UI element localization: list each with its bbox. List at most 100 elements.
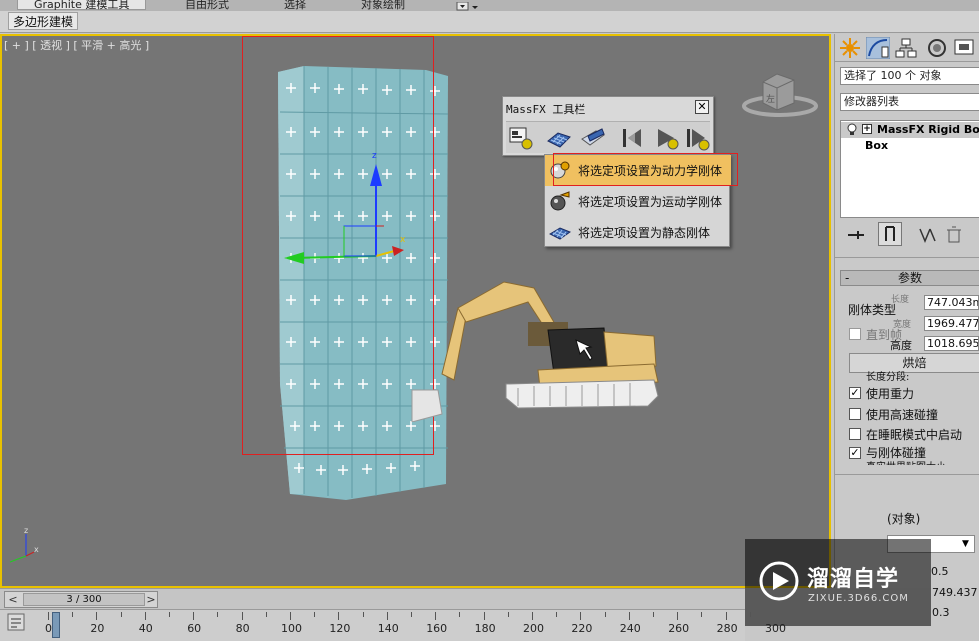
tick-mark <box>290 612 291 620</box>
tick-mark <box>169 612 170 617</box>
collapse-icon[interactable]: - <box>845 271 849 285</box>
tick-label: 40 <box>138 622 153 635</box>
tick-mark <box>653 612 654 617</box>
cloth-icon[interactable] <box>580 125 606 151</box>
length-value-field[interactable]: 747.043m <box>924 295 979 310</box>
start-in-sleep-label: 在睡眠模式中启动 <box>866 428 963 442</box>
modify-tab-icon[interactable] <box>865 36 891 60</box>
menu-item-kinematic[interactable]: 将选定项设置为运动学刚体 <box>545 186 731 217</box>
watermark-logo-icon <box>759 561 799 605</box>
tick-mark <box>265 612 267 617</box>
tick-label: 20 <box>90 622 105 635</box>
stack-item-label: Box <box>865 139 889 152</box>
tick-mark <box>677 612 679 620</box>
tick-mark <box>628 612 630 620</box>
collide-rigid-checkbox[interactable]: ✓ <box>849 447 861 459</box>
rollout-title: 参数 <box>897 271 922 285</box>
tick-mark <box>701 612 703 617</box>
panel-separator <box>835 474 979 475</box>
rigid-body-type-label: 刚体类型 <box>848 303 897 317</box>
command-panel-tabs <box>835 34 979 62</box>
length-segments-label: 长度分段: <box>866 372 910 383</box>
tick-label: 280 <box>716 622 738 635</box>
hierarchy-tab-icon[interactable] <box>894 37 918 59</box>
use-gravity-label: 使用重力 <box>866 387 915 401</box>
tick-label: 140 <box>377 622 399 635</box>
tick-mark <box>362 612 364 617</box>
next-frame-button[interactable]: > <box>144 592 158 607</box>
ribbon-options-icon[interactable] <box>456 0 480 11</box>
ribbon-tab-graphite[interactable]: Graphite 建模工具 <box>17 0 147 11</box>
massfx-button-row <box>506 121 710 153</box>
tick-mark <box>120 612 122 617</box>
tick-mark <box>72 612 74 617</box>
stack-item-box[interactable]: Box <box>841 139 979 155</box>
tick-mark <box>338 612 340 620</box>
close-icon[interactable]: ✕ <box>695 100 709 114</box>
command-panel: 选择了 100 个 对象 修改器列表 + MassFX Rigid Body B… <box>834 34 979 588</box>
tick-label: 180 <box>474 622 496 635</box>
display-tab-icon[interactable] <box>953 37 977 59</box>
viewcube-icon[interactable]: 左 <box>740 72 820 118</box>
menu-item-static[interactable]: 将选定项设置为静态刚体 <box>545 217 731 248</box>
remove-modifier-icon[interactable] <box>943 224 965 246</box>
kinematic-rigid-body-icon <box>549 191 571 211</box>
tick-label: 200 <box>523 622 544 635</box>
rigid-body-icon[interactable] <box>546 125 572 151</box>
svg-text:x: x <box>34 545 39 554</box>
pin-stack-icon[interactable] <box>845 224 867 246</box>
tick-label: 120 <box>329 622 351 635</box>
tick-mark <box>217 612 219 617</box>
show-end-result-icon[interactable] <box>878 222 902 246</box>
parameters-rollout[interactable]: - 参数 <box>840 270 979 286</box>
track-bar[interactable]: 0 20 40 60 80 100 120 140 160 180 200 220 240 260 280 3… <box>0 609 786 641</box>
tick-label: 60 <box>187 622 202 635</box>
massfx-toolbar-title: MassFX 工具栏 <box>506 103 586 116</box>
tick-label: 240 <box>619 622 641 635</box>
tick-mark <box>48 612 49 620</box>
tick-label: 100 <box>281 622 302 635</box>
expand-icon[interactable]: + <box>862 124 872 134</box>
make-unique-icon[interactable] <box>917 224 939 246</box>
lightbulb-icon[interactable] <box>847 123 857 139</box>
excavator-model[interactable] <box>408 272 662 423</box>
tick-mark <box>144 612 146 620</box>
start-in-sleep-checkbox[interactable] <box>849 428 861 440</box>
motion-tab-icon[interactable] <box>925 37 949 59</box>
polygon-modeling-button[interactable]: 多边形建模 <box>8 12 79 30</box>
play-simulation-icon[interactable] <box>654 125 680 151</box>
time-cursor[interactable] <box>52 612 60 638</box>
viewport-label[interactable]: [ + ] [ 透视 ] [ 平滑 + 高光 ] <box>4 37 149 53</box>
modifier-list-dropdown[interactable]: 修改器列表 <box>840 93 979 111</box>
track-ticks: 0 20 40 60 80 100 120 140 160 180 200 220 240 260 280 3… <box>0 610 786 641</box>
width-value-field[interactable]: 1969.477( <box>924 316 979 331</box>
time-slider-bar: < 3 / 300 > <box>0 588 745 609</box>
time-slider[interactable]: < 3 / 300 > <box>4 591 158 608</box>
move-gizmo-icon[interactable]: z x <box>282 146 412 266</box>
stack-item-massfx[interactable]: + MassFX Rigid Body <box>841 122 979 138</box>
value-2: 749.437 <box>932 586 978 599</box>
until-frame-checkbox[interactable] <box>849 328 861 340</box>
length-ghost-label: 长度 <box>891 295 910 305</box>
world-parameters-icon[interactable] <box>508 125 534 151</box>
selection-info-field[interactable]: 选择了 100 个 对象 <box>840 67 979 85</box>
massfx-toolbar[interactable]: MassFX 工具栏 ✕ <box>502 96 714 156</box>
tick-label: 260 <box>668 622 690 635</box>
object-label: (对象) <box>887 512 921 526</box>
create-tab-icon[interactable] <box>838 37 862 59</box>
tick-mark <box>411 612 412 617</box>
height-value-field[interactable]: 1018.695( <box>924 336 979 351</box>
svg-text:z: z <box>24 526 28 535</box>
tick-mark <box>96 612 98 620</box>
high-speed-collision-checkbox[interactable] <box>849 408 861 420</box>
previous-frame-button[interactable]: < <box>6 592 20 607</box>
perspective-viewport[interactable]: [ + ] [ 透视 ] [ 平滑 + 高光 ] 左 z x MassFX 工具… <box>0 34 831 588</box>
use-gravity-checkbox[interactable]: ✓ <box>849 387 861 399</box>
value-3: 0.3 <box>932 606 950 619</box>
step-simulation-icon[interactable] <box>684 125 710 151</box>
reset-simulation-icon[interactable] <box>620 125 646 151</box>
tick-label: 160 <box>426 622 448 635</box>
frame-display[interactable]: 3 / 300 <box>23 593 145 606</box>
modifier-stack[interactable]: + MassFX Rigid Body Box <box>840 120 979 218</box>
value-1: 0.5 <box>931 565 949 578</box>
